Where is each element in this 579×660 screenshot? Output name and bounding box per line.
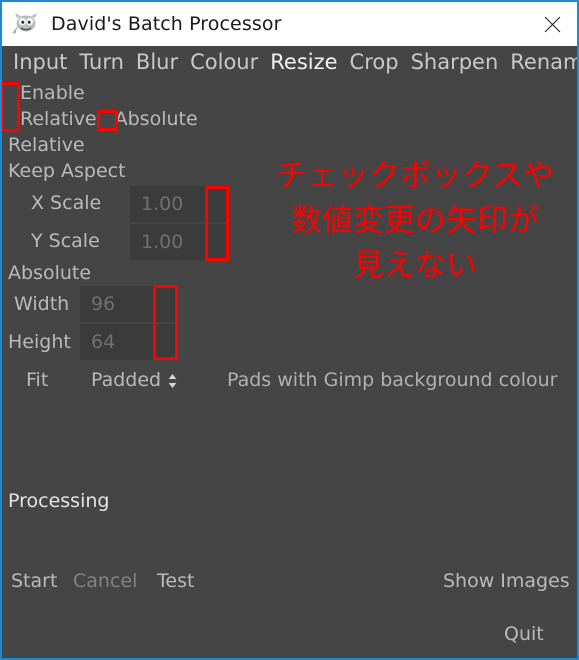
tab-input[interactable]: Input	[7, 49, 73, 75]
absolute-radio-label: Absolute	[114, 108, 198, 130]
width-value: 96	[91, 292, 116, 315]
tab-crop[interactable]: Crop	[344, 49, 405, 75]
width-stepper-arrows[interactable]	[152, 286, 178, 322]
tab-sharpen[interactable]: Sharpen	[405, 49, 505, 75]
relative-radio-label: Relative	[20, 108, 97, 130]
cancel-button: Cancel	[73, 570, 137, 593]
quit-button-label: Quit	[504, 623, 544, 645]
processing-label: Processing	[8, 490, 110, 512]
quit-button[interactable]: Quit	[504, 623, 544, 646]
start-button-label: Start	[11, 570, 58, 592]
tab-bar: Input Turn Blur Colour Resize Crop Sharp…	[2, 46, 577, 78]
tab-rename[interactable]: Rename	[504, 49, 577, 75]
window-title: David's Batch Processor	[51, 13, 282, 35]
start-button[interactable]: Start	[11, 570, 57, 593]
processing-status-row: Processing	[8, 490, 109, 513]
x-scale-stepper-arrows[interactable]	[202, 186, 228, 222]
y-scale-label: Y Scale	[31, 230, 100, 252]
fit-label: Fit	[26, 369, 49, 391]
mode-radio-row[interactable]: Relative Absolute	[2, 108, 198, 131]
tab-resize[interactable]: Resize	[264, 49, 343, 75]
height-label-row: Height	[8, 331, 71, 354]
x-scale-label: X Scale	[31, 192, 102, 214]
enable-label: Enable	[20, 82, 85, 104]
y-scale-spinbox[interactable]: 1.00	[130, 224, 228, 260]
height-stepper-arrows[interactable]	[152, 324, 178, 360]
y-scale-value: 1.00	[141, 230, 184, 253]
keep-aspect-checkbox[interactable]	[126, 163, 144, 181]
test-button[interactable]: Test	[157, 570, 194, 593]
height-spinbox[interactable]: 64	[80, 324, 178, 360]
fit-mode-dropdown[interactable]: Padded	[91, 369, 177, 392]
y-scale-stepper-arrows[interactable]	[202, 224, 228, 260]
fit-mode-value: Padded	[91, 369, 162, 391]
width-label-row: Width	[14, 293, 69, 316]
fit-hint-text: Pads with Gimp background colour	[227, 369, 558, 391]
x-scale-spinbox[interactable]: 1.00	[130, 186, 228, 222]
height-label: Height	[8, 331, 71, 353]
y-scale-label-row: Y Scale	[31, 230, 100, 253]
keep-aspect-label: Keep Aspect	[8, 160, 126, 182]
app-window: David's Batch Processor Input Turn Blur …	[0, 0, 579, 660]
show-images-button[interactable]: Show Images	[443, 570, 570, 593]
height-value: 64	[91, 330, 116, 353]
enable-checkbox[interactable]	[2, 85, 20, 103]
absolute-group-label-row: Absolute	[8, 262, 91, 285]
fit-label-row: Fit	[26, 369, 48, 392]
relative-radio[interactable]	[2, 111, 20, 129]
gimp-wilber-icon	[12, 13, 37, 34]
x-scale-label-row: X Scale	[31, 192, 101, 215]
annotation-text-line-3: 見えない	[353, 248, 477, 284]
absolute-radio[interactable]	[97, 111, 115, 129]
title-bar: David's Batch Processor	[2, 2, 577, 46]
relative-group-label-row: Relative	[8, 134, 85, 157]
width-spinbox[interactable]: 96	[80, 286, 178, 322]
keep-aspect-row[interactable]: Keep Aspect	[8, 160, 144, 183]
close-icon[interactable]	[527, 2, 577, 46]
chevron-updown-icon	[168, 373, 177, 388]
fit-hint-row: Pads with Gimp background colour	[227, 369, 557, 392]
tab-blur[interactable]: Blur	[130, 49, 184, 75]
tab-turn[interactable]: Turn	[73, 49, 130, 75]
test-button-label: Test	[157, 570, 195, 592]
relative-group-label: Relative	[8, 134, 85, 156]
show-images-button-label: Show Images	[443, 570, 570, 592]
tab-colour[interactable]: Colour	[184, 49, 264, 75]
annotation-text-line-1: チェックボックスや	[275, 158, 555, 194]
enable-row[interactable]: Enable	[2, 82, 85, 105]
x-scale-value: 1.00	[141, 192, 184, 215]
absolute-group-label: Absolute	[8, 262, 92, 284]
annotation-text-line-2: 数値変更の矢印が	[291, 203, 539, 239]
cancel-button-label: Cancel	[73, 570, 138, 592]
annotation-text: チェックボックスや 数値変更の矢印が 見えない	[254, 154, 576, 289]
width-label: Width	[14, 293, 70, 315]
